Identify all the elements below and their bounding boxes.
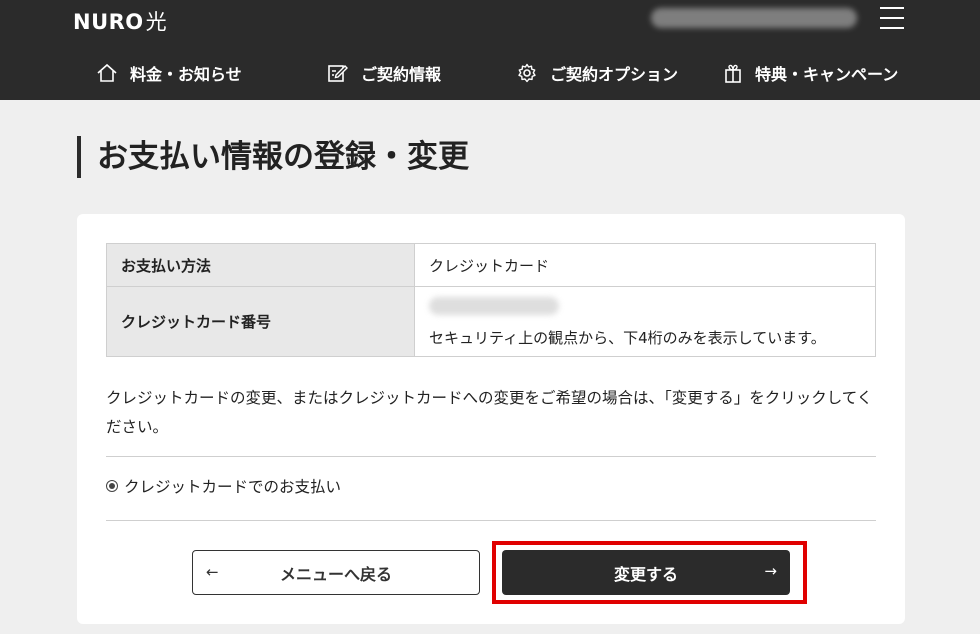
- payment-info-table: お支払い方法 クレジットカード クレジットカード番号 ●●●●●●●●● セキュ…: [106, 243, 876, 357]
- card-number-cell: ●●●●●●●●● セキュリティ上の観点から、下4桁のみを表示しています。: [414, 286, 876, 357]
- card-number-note: セキュリティ上の観点から、下4桁のみを表示しています。: [429, 329, 826, 347]
- logo-kanji: 光: [145, 10, 168, 34]
- divider: [106, 520, 876, 521]
- arrow-right-icon: →: [764, 562, 777, 580]
- page-title: お支払い情報の登録・変更: [77, 136, 469, 178]
- nuro-logo[interactable]: NURO光: [73, 6, 167, 36]
- nav-item-fees-news[interactable]: 料金・お知らせ: [96, 56, 242, 90]
- site-header: NURO光 ●●●●●●● ●●●●●● ●● 料金・お知らせ ご契約情報 ご契…: [0, 0, 980, 100]
- card-number-label: クレジットカード番号: [106, 286, 415, 357]
- logo-text: NURO: [73, 10, 144, 34]
- masked-card-number: ●●●●●●●●●: [429, 297, 559, 315]
- change-description: クレジットカードの変更、またはクレジットカードへの変更をご希望の場合は、「変更す…: [106, 389, 873, 436]
- divider: [106, 456, 876, 457]
- user-name: ●●●●●●● ●●●●●● ●●: [651, 8, 857, 28]
- table-row: クレジットカード番号 ●●●●●●●●● セキュリティ上の観点から、下4桁のみを…: [106, 286, 876, 357]
- change-button[interactable]: 変更する →: [502, 550, 790, 595]
- back-button-label: メニューへ戻る: [279, 564, 392, 584]
- change-button-label: 変更する: [613, 564, 678, 584]
- nav-item-contract-options[interactable]: ご契約オプション: [516, 56, 678, 90]
- back-to-menu-button[interactable]: ← メニューへ戻る: [192, 550, 480, 595]
- edit-icon: [328, 65, 348, 82]
- payment-info-card: お支払い方法 クレジットカード クレジットカード番号 ●●●●●●●●● セキュ…: [77, 214, 905, 624]
- gift-icon: [725, 64, 741, 83]
- radio-selected-icon[interactable]: [106, 480, 118, 492]
- hamburger-menu-icon[interactable]: [880, 7, 904, 29]
- gear-icon: [518, 63, 536, 83]
- home-icon: [97, 63, 117, 82]
- radio-option-label: クレジットカードでのお支払い: [124, 478, 342, 496]
- nav-label: 特典・キャンペーン: [755, 65, 899, 84]
- payment-method-value: クレジットカード: [414, 243, 876, 287]
- table-row: お支払い方法 クレジットカード: [106, 243, 876, 287]
- nav-label: ご契約情報: [361, 65, 442, 84]
- nav-item-contract-info[interactable]: ご契約情報: [327, 56, 441, 90]
- nav-item-campaigns[interactable]: 特典・キャンペーン: [723, 56, 898, 90]
- payment-option-radio[interactable]: クレジットカードでのお支払い: [106, 472, 341, 500]
- payment-method-label: お支払い方法: [106, 243, 415, 287]
- nav-label: ご契約オプション: [550, 65, 679, 84]
- arrow-left-icon: ←: [206, 563, 219, 581]
- nav-label: 料金・お知らせ: [130, 65, 242, 84]
